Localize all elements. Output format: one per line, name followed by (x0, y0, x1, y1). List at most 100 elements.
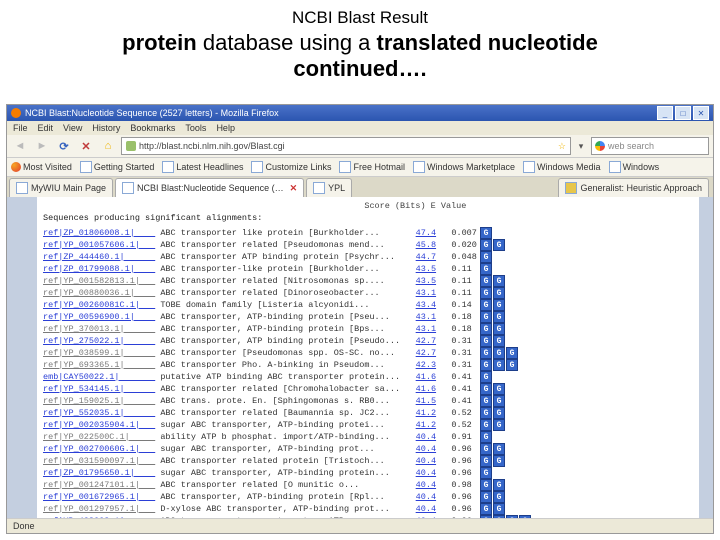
accession-link[interactable]: ref|YP_370013.1| (43, 324, 155, 335)
gene-icon[interactable]: G (480, 359, 492, 371)
accession-link[interactable]: ref|ZP_444460.1| (43, 252, 155, 263)
accession-link[interactable]: ref|YP_001297957.1| (43, 504, 155, 515)
accession-link[interactable]: ref|YP_00260081C.1| (43, 300, 155, 311)
accession-link[interactable]: ref|YP_031590097.1| (43, 456, 155, 467)
gene-icon[interactable]: G (493, 323, 505, 335)
gene-icon[interactable]: G (480, 335, 492, 347)
gene-icon[interactable]: G (480, 503, 492, 515)
gene-icon[interactable]: G (480, 467, 492, 479)
bookmark-item[interactable]: Getting Started (80, 161, 155, 173)
gene-icon[interactable]: G (480, 443, 492, 455)
menu-edit[interactable]: Edit (38, 123, 54, 133)
bookmark-item[interactable]: Windows (609, 161, 660, 173)
bookmark-item[interactable]: Free Hotmail (339, 161, 405, 173)
minimize-button[interactable]: _ (657, 106, 673, 120)
gene-icon[interactable]: G (493, 347, 505, 359)
gene-icon[interactable]: G (480, 419, 492, 431)
bit-score-link[interactable]: 41.2 (400, 408, 436, 419)
bit-score-link[interactable]: 41.6 (400, 372, 436, 383)
bit-score-link[interactable]: 40.4 (400, 468, 436, 479)
accession-link[interactable]: ref|YP_001582813.1| (43, 276, 155, 287)
bit-score-link[interactable]: 43.1 (400, 288, 436, 299)
bit-score-link[interactable]: 42.7 (400, 336, 436, 347)
accession-link[interactable]: ref|YP_00270060G.1| (43, 444, 155, 455)
menu-history[interactable]: History (92, 123, 120, 133)
gene-icon[interactable]: G (493, 275, 505, 287)
accession-link[interactable]: ref|YP_275022.1| (43, 336, 155, 347)
bit-score-link[interactable]: 40.4 (400, 456, 436, 467)
gene-icon[interactable]: G (480, 263, 492, 275)
bit-score-link[interactable]: 43.1 (400, 312, 436, 323)
accession-link[interactable]: ref|YP_693365.1| (43, 360, 155, 371)
gene-icon[interactable]: G (493, 503, 505, 515)
gene-icon[interactable]: G (493, 479, 505, 491)
gene-icon[interactable]: G (506, 359, 518, 371)
gene-icon[interactable]: G (493, 491, 505, 503)
gene-icon[interactable]: G (493, 455, 505, 467)
bit-score-link[interactable]: 41.2 (400, 420, 436, 431)
bit-score-link[interactable]: 44.7 (400, 252, 436, 263)
bookmark-item[interactable]: Latest Headlines (162, 161, 243, 173)
browser-tab[interactable]: Generalist: Heuristic Approach (558, 178, 709, 197)
bit-score-link[interactable]: 41.5 (400, 396, 436, 407)
accession-link[interactable]: ref|ZP_01795650.1| (43, 468, 155, 479)
gene-icon[interactable]: G (480, 455, 492, 467)
bit-score-link[interactable]: 43.5 (400, 264, 436, 275)
accession-link[interactable]: ref|YP_00596900.1| (43, 312, 155, 323)
browser-tab[interactable]: NCBI Blast:Nucleotide Sequence (…✕ (115, 178, 304, 197)
gene-icon[interactable]: G (480, 227, 492, 239)
gene-icon[interactable]: G (480, 431, 492, 443)
gene-icon[interactable]: G (480, 311, 492, 323)
bit-score-link[interactable]: 41.6 (400, 384, 436, 395)
url-dropdown[interactable]: ▾ (575, 141, 587, 152)
accession-link[interactable]: ref|YP_159025.1| (43, 396, 155, 407)
gene-icon[interactable]: G (480, 251, 492, 263)
bit-score-link[interactable]: 40.4 (400, 444, 436, 455)
gene-icon[interactable]: G (480, 275, 492, 287)
back-button[interactable]: ◄ (11, 137, 29, 155)
gene-icon[interactable]: G (493, 395, 505, 407)
bookmark-item[interactable]: Most Visited (11, 162, 72, 172)
gene-icon[interactable]: G (493, 383, 505, 395)
gene-icon[interactable]: G (506, 347, 518, 359)
reload-button[interactable]: ⟳ (55, 137, 73, 155)
bit-score-link[interactable]: 40.4 (400, 504, 436, 515)
search-box[interactable]: web search (591, 137, 709, 155)
gene-icon[interactable]: G (480, 407, 492, 419)
bit-score-link[interactable]: 42.7 (400, 348, 436, 359)
accession-link[interactable]: ref|YP_00880036.1| (43, 288, 155, 299)
gene-icon[interactable]: G (493, 299, 505, 311)
bit-score-link[interactable]: 40.4 (400, 480, 436, 491)
menu-help[interactable]: Help (216, 123, 235, 133)
menu-view[interactable]: View (63, 123, 82, 133)
accession-link[interactable]: ref|YP_001057606.1| (43, 240, 155, 251)
gene-icon[interactable]: G (480, 491, 492, 503)
gene-icon[interactable]: G (493, 287, 505, 299)
gene-icon[interactable]: G (493, 359, 505, 371)
gene-icon[interactable]: G (480, 347, 492, 359)
bit-score-link[interactable]: 43.1 (400, 324, 436, 335)
tab-close-icon[interactable]: ✕ (290, 183, 298, 194)
gene-icon[interactable]: G (480, 239, 492, 251)
menu-file[interactable]: File (13, 123, 28, 133)
stop-button[interactable]: ✕ (77, 137, 95, 155)
bookmark-star-icon[interactable]: ☆ (558, 141, 566, 152)
gene-icon[interactable]: G (480, 395, 492, 407)
maximize-button[interactable]: □ (675, 106, 691, 120)
forward-button[interactable]: ► (33, 137, 51, 155)
gene-icon[interactable]: G (493, 443, 505, 455)
gene-icon[interactable]: G (480, 371, 492, 383)
bit-score-link[interactable]: 43.4 (400, 300, 436, 311)
gene-icon[interactable]: G (493, 407, 505, 419)
gene-icon[interactable]: G (480, 287, 492, 299)
url-bar[interactable]: http://blast.ncbi.nlm.nih.gov/Blast.cgi … (121, 137, 571, 155)
accession-link[interactable]: ref|YP_002035904.1| (43, 420, 155, 431)
accession-link[interactable]: emb|CAY50022.1| (43, 372, 155, 383)
accession-link[interactable]: ref|YP_001247101.1| (43, 480, 155, 491)
bookmark-item[interactable]: Windows Media (523, 161, 601, 173)
bit-score-link[interactable]: 40.4 (400, 492, 436, 503)
accession-link[interactable]: ref|ZP_01799088.1| (43, 264, 155, 275)
accession-link[interactable]: ref|YP_534145.1| (43, 384, 155, 395)
bookmark-item[interactable]: Customize Links (251, 161, 331, 173)
bit-score-link[interactable]: 43.5 (400, 276, 436, 287)
